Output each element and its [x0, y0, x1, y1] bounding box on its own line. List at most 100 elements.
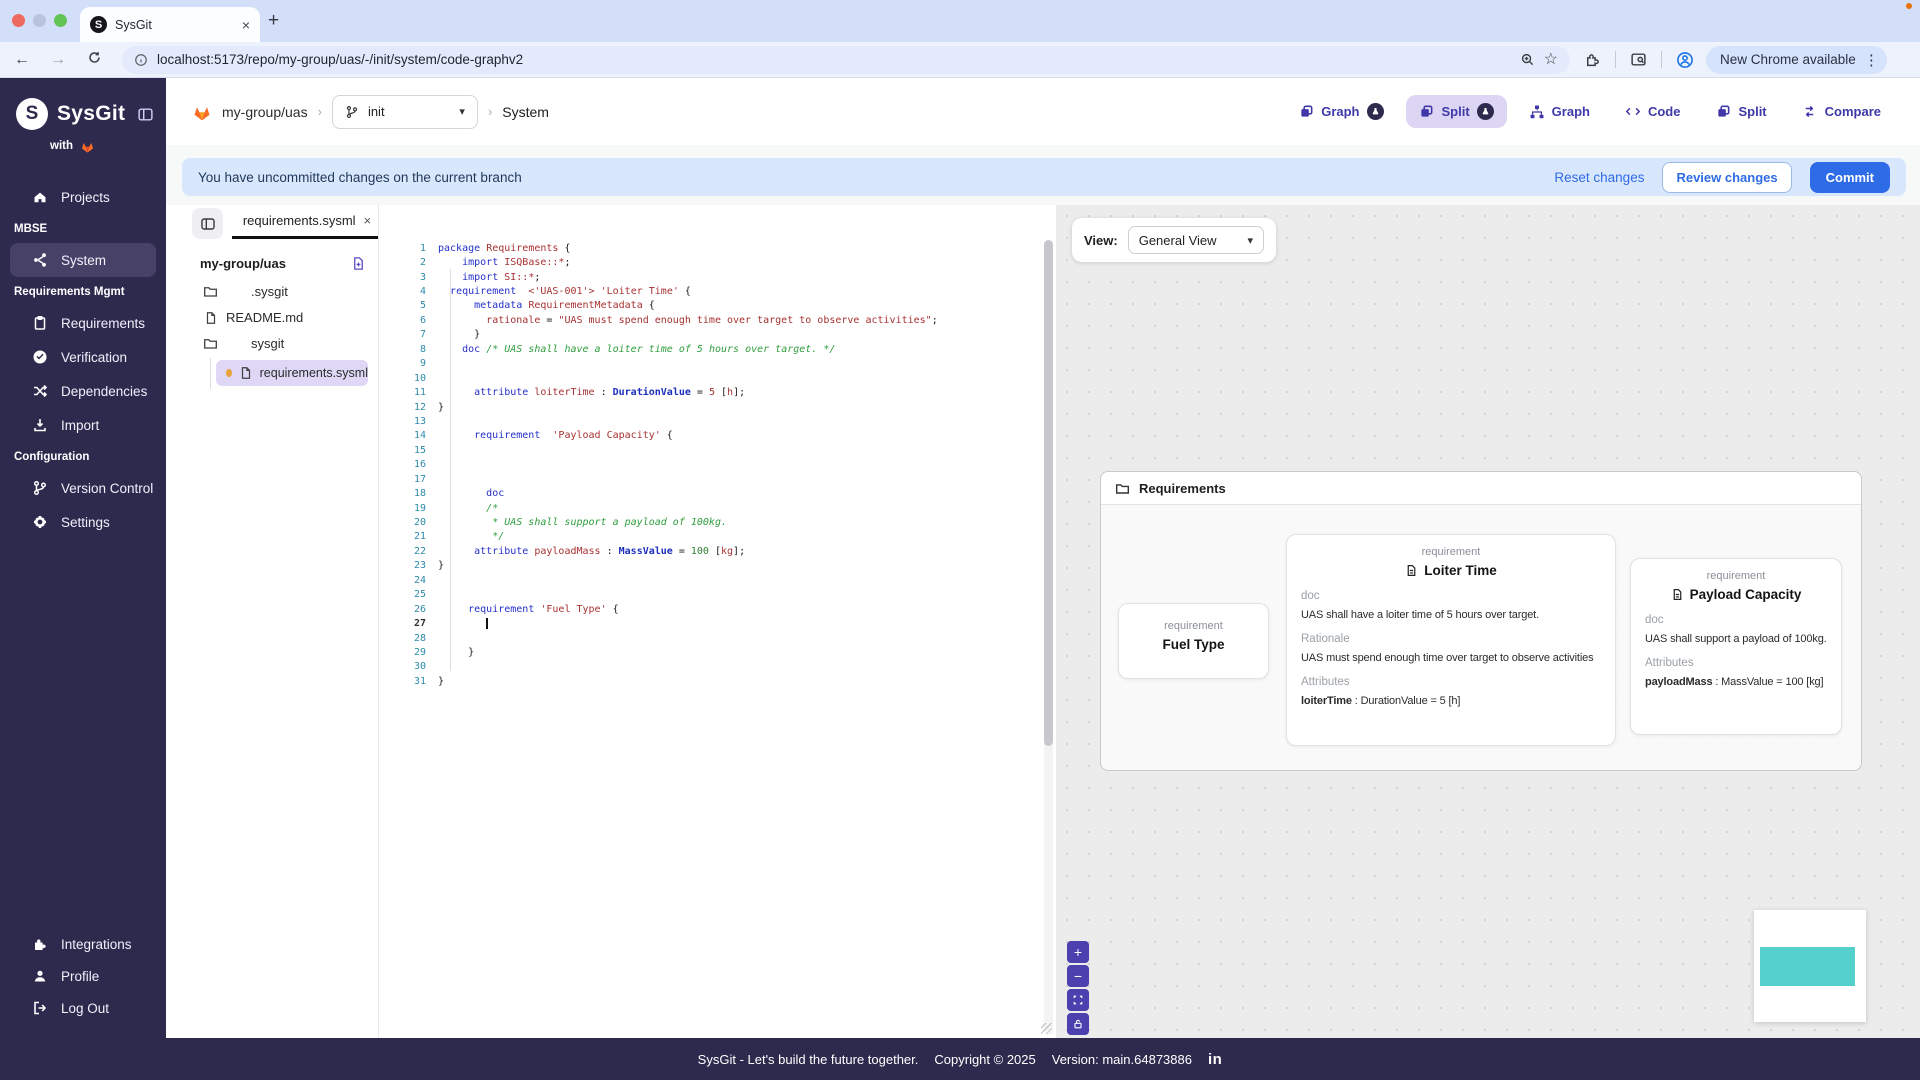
zoom-in-button[interactable]: +: [1067, 941, 1089, 963]
sidebar-item-system[interactable]: System: [10, 243, 156, 277]
close-window-button[interactable]: [12, 14, 25, 27]
sidebar-item-profile[interactable]: Profile: [10, 960, 156, 992]
editor-scrollbar[interactable]: [1044, 240, 1053, 1035]
branch-selector[interactable]: init ▾: [331, 94, 478, 129]
code-line-11[interactable]: 11 attribute loiterTime : DurationValue …: [379, 385, 938, 399]
code-line-18[interactable]: 18 doc: [379, 486, 938, 500]
code-line-16[interactable]: 16: [379, 458, 938, 472]
url-text[interactable]: localhost:5173/repo/my-group/uas/-/init/…: [157, 52, 1511, 67]
code-line-6[interactable]: 6 rationale = "UAS must spend enough tim…: [379, 313, 938, 327]
chrome-update-pill[interactable]: New Chrome available ⋮: [1706, 45, 1887, 74]
resize-handle-icon[interactable]: [1041, 1023, 1052, 1034]
code-line-23[interactable]: 23}: [379, 559, 938, 573]
code-line-20[interactable]: 20 * UAS shall support a payload of 100k…: [379, 515, 938, 529]
reset-changes-button[interactable]: Reset changes: [1554, 170, 1644, 185]
add-file-icon[interactable]: [351, 256, 366, 271]
tab-close-icon[interactable]: ×: [242, 17, 250, 33]
sidebar-item-log-out[interactable]: Log Out: [10, 992, 156, 1024]
minimize-window-button[interactable]: [33, 14, 46, 27]
file-tree-root[interactable]: my-group/uas: [166, 250, 378, 277]
code-line-28[interactable]: 28: [379, 631, 938, 645]
tree-row-label: sysgit: [251, 336, 285, 351]
tree-row--sysgit[interactable]: .sysgit: [166, 280, 378, 303]
linkedin-icon[interactable]: in: [1208, 1051, 1222, 1068]
code-line-21[interactable]: 21 */: [379, 530, 938, 544]
view-button-graph-0[interactable]: Graph: [1285, 95, 1396, 128]
code-line-12[interactable]: 12}: [379, 400, 938, 414]
view-button-code-3[interactable]: Code: [1612, 96, 1694, 128]
tree-row-sysgit[interactable]: sysgit: [166, 332, 378, 355]
explorer-toggle-button[interactable]: [192, 208, 223, 239]
requirement-card-loiter-time[interactable]: requirement Loiter Time doc UAS shall ha…: [1286, 534, 1616, 746]
code-line-26[interactable]: 26 requirement 'Fuel Type' {: [379, 602, 938, 616]
code-line-3[interactable]: 3 import SI::*;: [379, 270, 938, 284]
view-button-compare-5[interactable]: Compare: [1789, 96, 1894, 128]
file-tab-close-icon[interactable]: ×: [364, 213, 372, 228]
view-button-graph-2[interactable]: Graph: [1516, 96, 1603, 128]
sidebar-item-projects[interactable]: Projects: [10, 180, 156, 214]
fit-view-button[interactable]: [1067, 989, 1089, 1011]
side-panel-search-icon[interactable]: [1630, 51, 1647, 68]
zoom-page-icon[interactable]: [1520, 52, 1535, 67]
new-tab-button[interactable]: +: [268, 10, 279, 32]
code-line-1[interactable]: 1 package Requirements {: [379, 241, 938, 255]
minimap-viewport[interactable]: [1760, 947, 1855, 986]
code-editor[interactable]: 1 package Requirements {2 import ISQBase:…: [379, 205, 1056, 1038]
review-changes-button[interactable]: Review changes: [1662, 161, 1792, 193]
code-line-13[interactable]: 13: [379, 414, 938, 428]
zoom-out-button[interactable]: −: [1067, 965, 1089, 987]
bookmark-star-icon[interactable]: ☆: [1544, 51, 1558, 68]
code-line-29[interactable]: 29 }: [379, 645, 938, 659]
code-line-9[interactable]: 9: [379, 357, 938, 371]
code-line-25[interactable]: 25: [379, 588, 938, 602]
code-line-14[interactable]: 14 requirement 'Payload Capacity' {: [379, 429, 938, 443]
view-button-split-1[interactable]: Split: [1405, 95, 1507, 128]
graph-canvas[interactable]: View: General View ▾ Requirements requir: [1056, 205, 1920, 1038]
requirements-package-node[interactable]: Requirements requirement Fuel Type requi…: [1100, 471, 1862, 771]
sidebar-item-settings[interactable]: Settings: [10, 505, 156, 539]
code-line-19[interactable]: 19 /*: [379, 501, 938, 515]
profile-icon[interactable]: [1676, 51, 1694, 69]
sidebar-item-import[interactable]: Import: [10, 408, 156, 442]
code-line-22[interactable]: 22 attribute payloadMass : MassValue = 1…: [379, 544, 938, 558]
canvas-minimap[interactable]: [1754, 910, 1866, 1022]
requirement-card-payload-capacity[interactable]: requirement Payload Capacity doc UAS sha…: [1630, 558, 1842, 735]
address-bar[interactable]: localhost:5173/repo/my-group/uas/-/init/…: [122, 45, 1570, 74]
sidebar-collapse-icon[interactable]: [137, 106, 154, 123]
view-button-split-4[interactable]: Split: [1702, 96, 1779, 128]
view-dropdown[interactable]: General View ▾: [1127, 226, 1264, 254]
sidebar-item-integrations[interactable]: Integrations: [10, 928, 156, 960]
code-line-7[interactable]: 7 }: [379, 328, 938, 342]
extensions-icon[interactable]: [1584, 51, 1601, 68]
code-line-10[interactable]: 10: [379, 371, 938, 385]
tree-row-readme-md[interactable]: README.md: [166, 306, 378, 329]
sidebar-item-dependencies[interactable]: Dependencies: [10, 374, 156, 408]
code-line-2[interactable]: 2 import ISQBase::*;: [379, 255, 938, 269]
code-line-4[interactable]: 4 requirement <'UAS-001'> 'Loiter Time' …: [379, 284, 938, 298]
code-line-31[interactable]: 31}: [379, 674, 938, 688]
reload-button[interactable]: [80, 50, 108, 70]
sidebar-item-requirements[interactable]: Requirements: [10, 306, 156, 340]
code-line-30[interactable]: 30: [379, 660, 938, 674]
breadcrumb-repo[interactable]: my-group/uas: [222, 104, 308, 120]
scrollbar-thumb[interactable]: [1044, 240, 1053, 746]
browser-tab[interactable]: S SysGit ×: [80, 7, 260, 42]
code-line-27[interactable]: 27: [379, 616, 938, 630]
file-tree-selected-row[interactable]: requirements.sysml: [216, 360, 368, 386]
forward-button[interactable]: →: [44, 51, 72, 69]
open-file-tab[interactable]: requirements.sysml ×: [232, 213, 382, 228]
sidebar-item-verification[interactable]: Verification: [10, 340, 156, 374]
code-line-15[interactable]: 15: [379, 443, 938, 457]
info-icon[interactable]: [134, 53, 148, 67]
back-button[interactable]: ←: [8, 51, 36, 69]
lock-view-button[interactable]: [1067, 1013, 1089, 1035]
commit-button[interactable]: Commit: [1809, 161, 1890, 193]
sidebar-item-version-control[interactable]: Version Control: [10, 471, 156, 505]
code-line-17[interactable]: 17: [379, 472, 938, 486]
maximize-window-button[interactable]: [54, 14, 67, 27]
code-line-5[interactable]: 5 metadata RequirementMetadata {: [379, 299, 938, 313]
requirement-card-fuel-type[interactable]: requirement Fuel Type: [1118, 603, 1269, 679]
chrome-menu-icon[interactable]: ⋮: [1864, 51, 1879, 69]
code-line-8[interactable]: 8 doc /* UAS shall have a loiter time of…: [379, 342, 938, 356]
code-line-24[interactable]: 24: [379, 573, 938, 587]
